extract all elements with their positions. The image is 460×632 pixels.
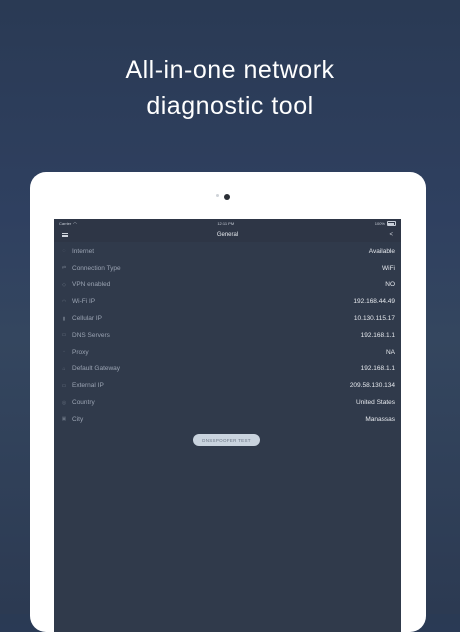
info-row: ▭ External IP 209.58.130.134	[54, 377, 401, 394]
page-title: General	[216, 232, 239, 238]
tablet-frame: Carrier ◠ 12:11 PM 100% General < ◌ Inter…	[30, 172, 426, 632]
wifi-icon: ◠	[61, 298, 67, 305]
wifi-status-icon: ◠	[73, 221, 77, 226]
city-icon: ▣	[61, 416, 67, 423]
row-left: ◠ Wi-Fi IP	[60, 298, 95, 305]
row-label: Cellular IP	[72, 315, 102, 323]
proxy-icon: ◦	[63, 349, 65, 356]
row-left: ▮ Cellular IP	[60, 315, 102, 322]
row-label: DNS Servers	[72, 331, 110, 339]
info-row: ◇ VPN enabled NO	[54, 277, 401, 294]
row-label: Internet	[72, 247, 95, 255]
row-value: NO	[385, 281, 395, 289]
row-label: External IP	[72, 382, 104, 390]
row-left: ◎ Country	[60, 399, 95, 406]
row-left: ▣ City	[60, 415, 84, 423]
row-left: ⌂ Default Gateway	[60, 365, 120, 372]
row-value: 192.168.1.1	[360, 365, 395, 373]
navigation-bar: General <	[54, 228, 401, 242]
row-value: Available	[368, 247, 395, 255]
row-value: 192.168.44.49	[353, 298, 395, 306]
row-label: Country	[72, 399, 95, 407]
globe-icon: ◌	[62, 248, 66, 255]
row-left: ◇ VPN enabled	[60, 281, 110, 288]
battery-icon	[386, 221, 396, 226]
info-list: ◌ Internet Available ⇄ Connection Type WiFi ◇ V…	[54, 243, 401, 428]
info-row: ⇄ Connection Type WiFi	[54, 260, 401, 277]
row-label: VPN enabled	[72, 281, 111, 289]
headline-line-1: All-in-one network	[125, 56, 335, 84]
cellular-icon: ▮	[62, 315, 66, 322]
row-left: ⇄ Connection Type	[60, 265, 121, 272]
row-left: ▭ External IP	[60, 382, 104, 389]
info-row: ⌂ Default Gateway 192.168.1.1	[54, 361, 401, 378]
row-value: 192.168.1.1	[360, 331, 395, 339]
carrier-label: Carrier	[59, 221, 72, 226]
headline: All-in-one network diagnostic tool	[0, 52, 460, 124]
info-row: ◌ Internet Available	[54, 243, 401, 260]
info-row: ▮ Cellular IP 10.130.115.17	[54, 310, 401, 327]
status-time: 12:11 PM	[217, 221, 235, 226]
share-icon[interactable]: <	[389, 232, 393, 238]
row-left: ▭ DNS Servers	[60, 332, 110, 339]
hamburger-menu-icon[interactable]	[62, 232, 68, 238]
country-icon: ◎	[61, 399, 67, 406]
row-value: NA	[385, 348, 395, 356]
status-left: Carrier ◠	[59, 221, 77, 226]
row-value: United States	[355, 399, 395, 407]
row-label: Proxy	[72, 348, 89, 356]
row-label: Wi-Fi IP	[72, 298, 96, 306]
gateway-icon: ⌂	[62, 365, 66, 372]
row-label: Connection Type	[72, 264, 121, 272]
info-row: ◠ Wi-Fi IP 192.168.44.49	[54, 293, 401, 310]
row-left: ◦ Proxy	[60, 349, 89, 356]
camera-dot	[224, 194, 230, 200]
vpn-icon: ◇	[62, 281, 66, 288]
app-screen: Carrier ◠ 12:11 PM 100% General < ◌ Inter…	[54, 219, 401, 632]
row-value: 10.130.115.17	[353, 315, 395, 323]
row-label: Default Gateway	[72, 365, 121, 373]
info-row: ◦ Proxy NA	[54, 344, 401, 361]
info-row: ▭ DNS Servers 192.168.1.1	[54, 327, 401, 344]
connection-icon: ⇄	[61, 265, 67, 272]
external-ip-icon: ▭	[61, 382, 67, 389]
dns-icon: ▭	[61, 332, 67, 339]
sensor-dot	[216, 194, 219, 197]
info-row: ◎ Country United States	[54, 394, 401, 411]
row-left: ◌ Internet	[60, 247, 95, 255]
headline-line-2: diagnostic tool	[146, 92, 314, 120]
dnsspoofer-test-button[interactable]: DNSSPOOFER TEST	[193, 434, 260, 446]
status-right: 100%	[375, 221, 396, 226]
info-row: ▣ City Manassas	[54, 411, 401, 428]
row-value: Manassas	[365, 415, 395, 423]
row-label: City	[72, 415, 84, 423]
row-value: 209.58.130.134	[349, 382, 395, 390]
battery-percent: 100%	[374, 221, 385, 226]
row-value: WiFi	[382, 264, 395, 272]
status-bar: Carrier ◠ 12:11 PM 100%	[54, 219, 401, 228]
